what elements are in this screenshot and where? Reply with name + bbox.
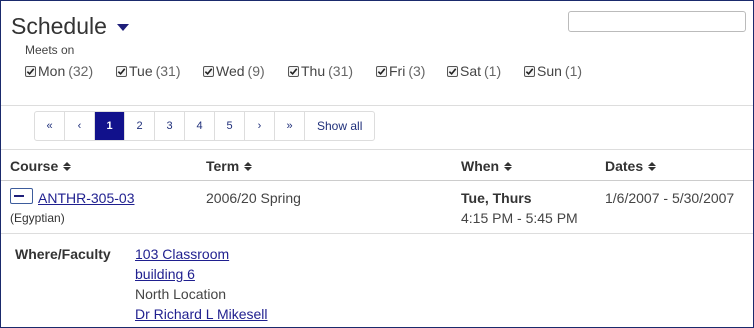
prev-page-button[interactable]: ‹ <box>65 112 95 140</box>
page-2-button[interactable]: 2 <box>125 112 155 140</box>
day-count: (32) <box>68 63 94 79</box>
divider <box>1 233 753 234</box>
column-header-term[interactable]: Term <box>206 158 253 174</box>
building-link[interactable]: building 6 <box>135 266 195 282</box>
page-3-button[interactable]: 3 <box>155 112 185 140</box>
divider <box>1 105 753 106</box>
sort-icon <box>648 161 657 171</box>
day-label: Mon <box>38 63 66 79</box>
pagination: « ‹ 1 2 3 4 5 › » Show all <box>34 111 376 141</box>
meets-on-label: Meets on <box>25 43 75 57</box>
caret-down-icon[interactable] <box>116 24 129 31</box>
checkbox-checked-icon[interactable] <box>376 65 387 77</box>
faculty-link[interactable]: Dr Richard L Mikesell <box>135 306 268 322</box>
day-count: (31) <box>328 63 354 79</box>
checkbox-checked-icon[interactable] <box>288 65 299 77</box>
sort-icon <box>63 161 72 171</box>
page-4-button[interactable]: 4 <box>185 112 215 140</box>
checkbox-checked-icon[interactable] <box>25 65 36 77</box>
day-count: (31) <box>155 63 181 79</box>
last-page-button[interactable]: » <box>275 112 305 140</box>
next-page-button[interactable]: › <box>245 112 275 140</box>
checkbox-checked-icon[interactable] <box>524 65 535 77</box>
checkbox-checked-icon[interactable] <box>447 65 458 77</box>
day-filter-fri[interactable]: Fri (3) <box>376 63 447 79</box>
divider <box>1 149 753 150</box>
day-label: Wed <box>216 63 245 79</box>
day-label: Sun <box>537 63 562 79</box>
column-header-when[interactable]: When <box>461 158 513 174</box>
term-value: 2006/20 Spring <box>206 190 301 206</box>
sort-icon <box>504 161 513 171</box>
day-filter-sun[interactable]: Sun (1) <box>524 63 582 79</box>
meeting-days: Tue, Thurs <box>461 190 532 206</box>
show-all-button[interactable]: Show all <box>305 112 374 140</box>
search-input[interactable] <box>568 11 746 32</box>
day-filter-sat[interactable]: Sat (1) <box>447 63 524 79</box>
where-faculty-label: Where/Faculty <box>15 246 111 262</box>
checkbox-checked-icon[interactable] <box>203 65 214 77</box>
schedule-header: Schedule <box>11 13 129 40</box>
day-label: Tue <box>129 63 153 79</box>
day-filter-wed[interactable]: Wed (9) <box>203 63 288 79</box>
day-count: (1) <box>484 63 502 79</box>
schedule-panel: Schedule Meets on Mon (32) Tue (31) Wed … <box>0 0 754 328</box>
day-label: Fri <box>389 63 406 79</box>
location-text: North Location <box>135 286 227 302</box>
collapse-row-icon[interactable] <box>10 188 33 204</box>
first-page-button[interactable]: « <box>35 112 65 140</box>
day-count: (1) <box>564 63 583 79</box>
sort-icon <box>244 161 253 171</box>
day-filter-tue[interactable]: Tue (31) <box>116 63 203 79</box>
room-link[interactable]: 103 Classroom <box>135 246 229 262</box>
course-name: (Egyptian) <box>10 211 65 225</box>
column-header-course[interactable]: Course <box>10 158 72 174</box>
header-divider <box>1 180 753 181</box>
checkbox-checked-icon[interactable] <box>116 65 127 77</box>
date-range: 1/6/2007 - 5/30/2007 <box>605 190 735 206</box>
day-count: (3) <box>408 63 426 79</box>
day-label: Sat <box>460 63 482 79</box>
day-count: (9) <box>247 63 265 79</box>
page-1-button[interactable]: 1 <box>95 112 125 140</box>
day-label: Thu <box>301 63 326 79</box>
column-header-dates[interactable]: Dates <box>605 158 657 174</box>
course-link[interactable]: ANTHR-305-03 <box>38 190 134 206</box>
day-filter-thu[interactable]: Thu (31) <box>288 63 376 79</box>
page-title: Schedule <box>11 13 107 39</box>
page-5-button[interactable]: 5 <box>215 112 245 140</box>
day-filter-group: Mon (32) Tue (31) Wed (9) Thu (31) Fri (… <box>25 63 582 79</box>
meeting-time: 4:15 PM - 5:45 PM <box>461 210 578 226</box>
day-filter-mon[interactable]: Mon (32) <box>25 63 116 79</box>
